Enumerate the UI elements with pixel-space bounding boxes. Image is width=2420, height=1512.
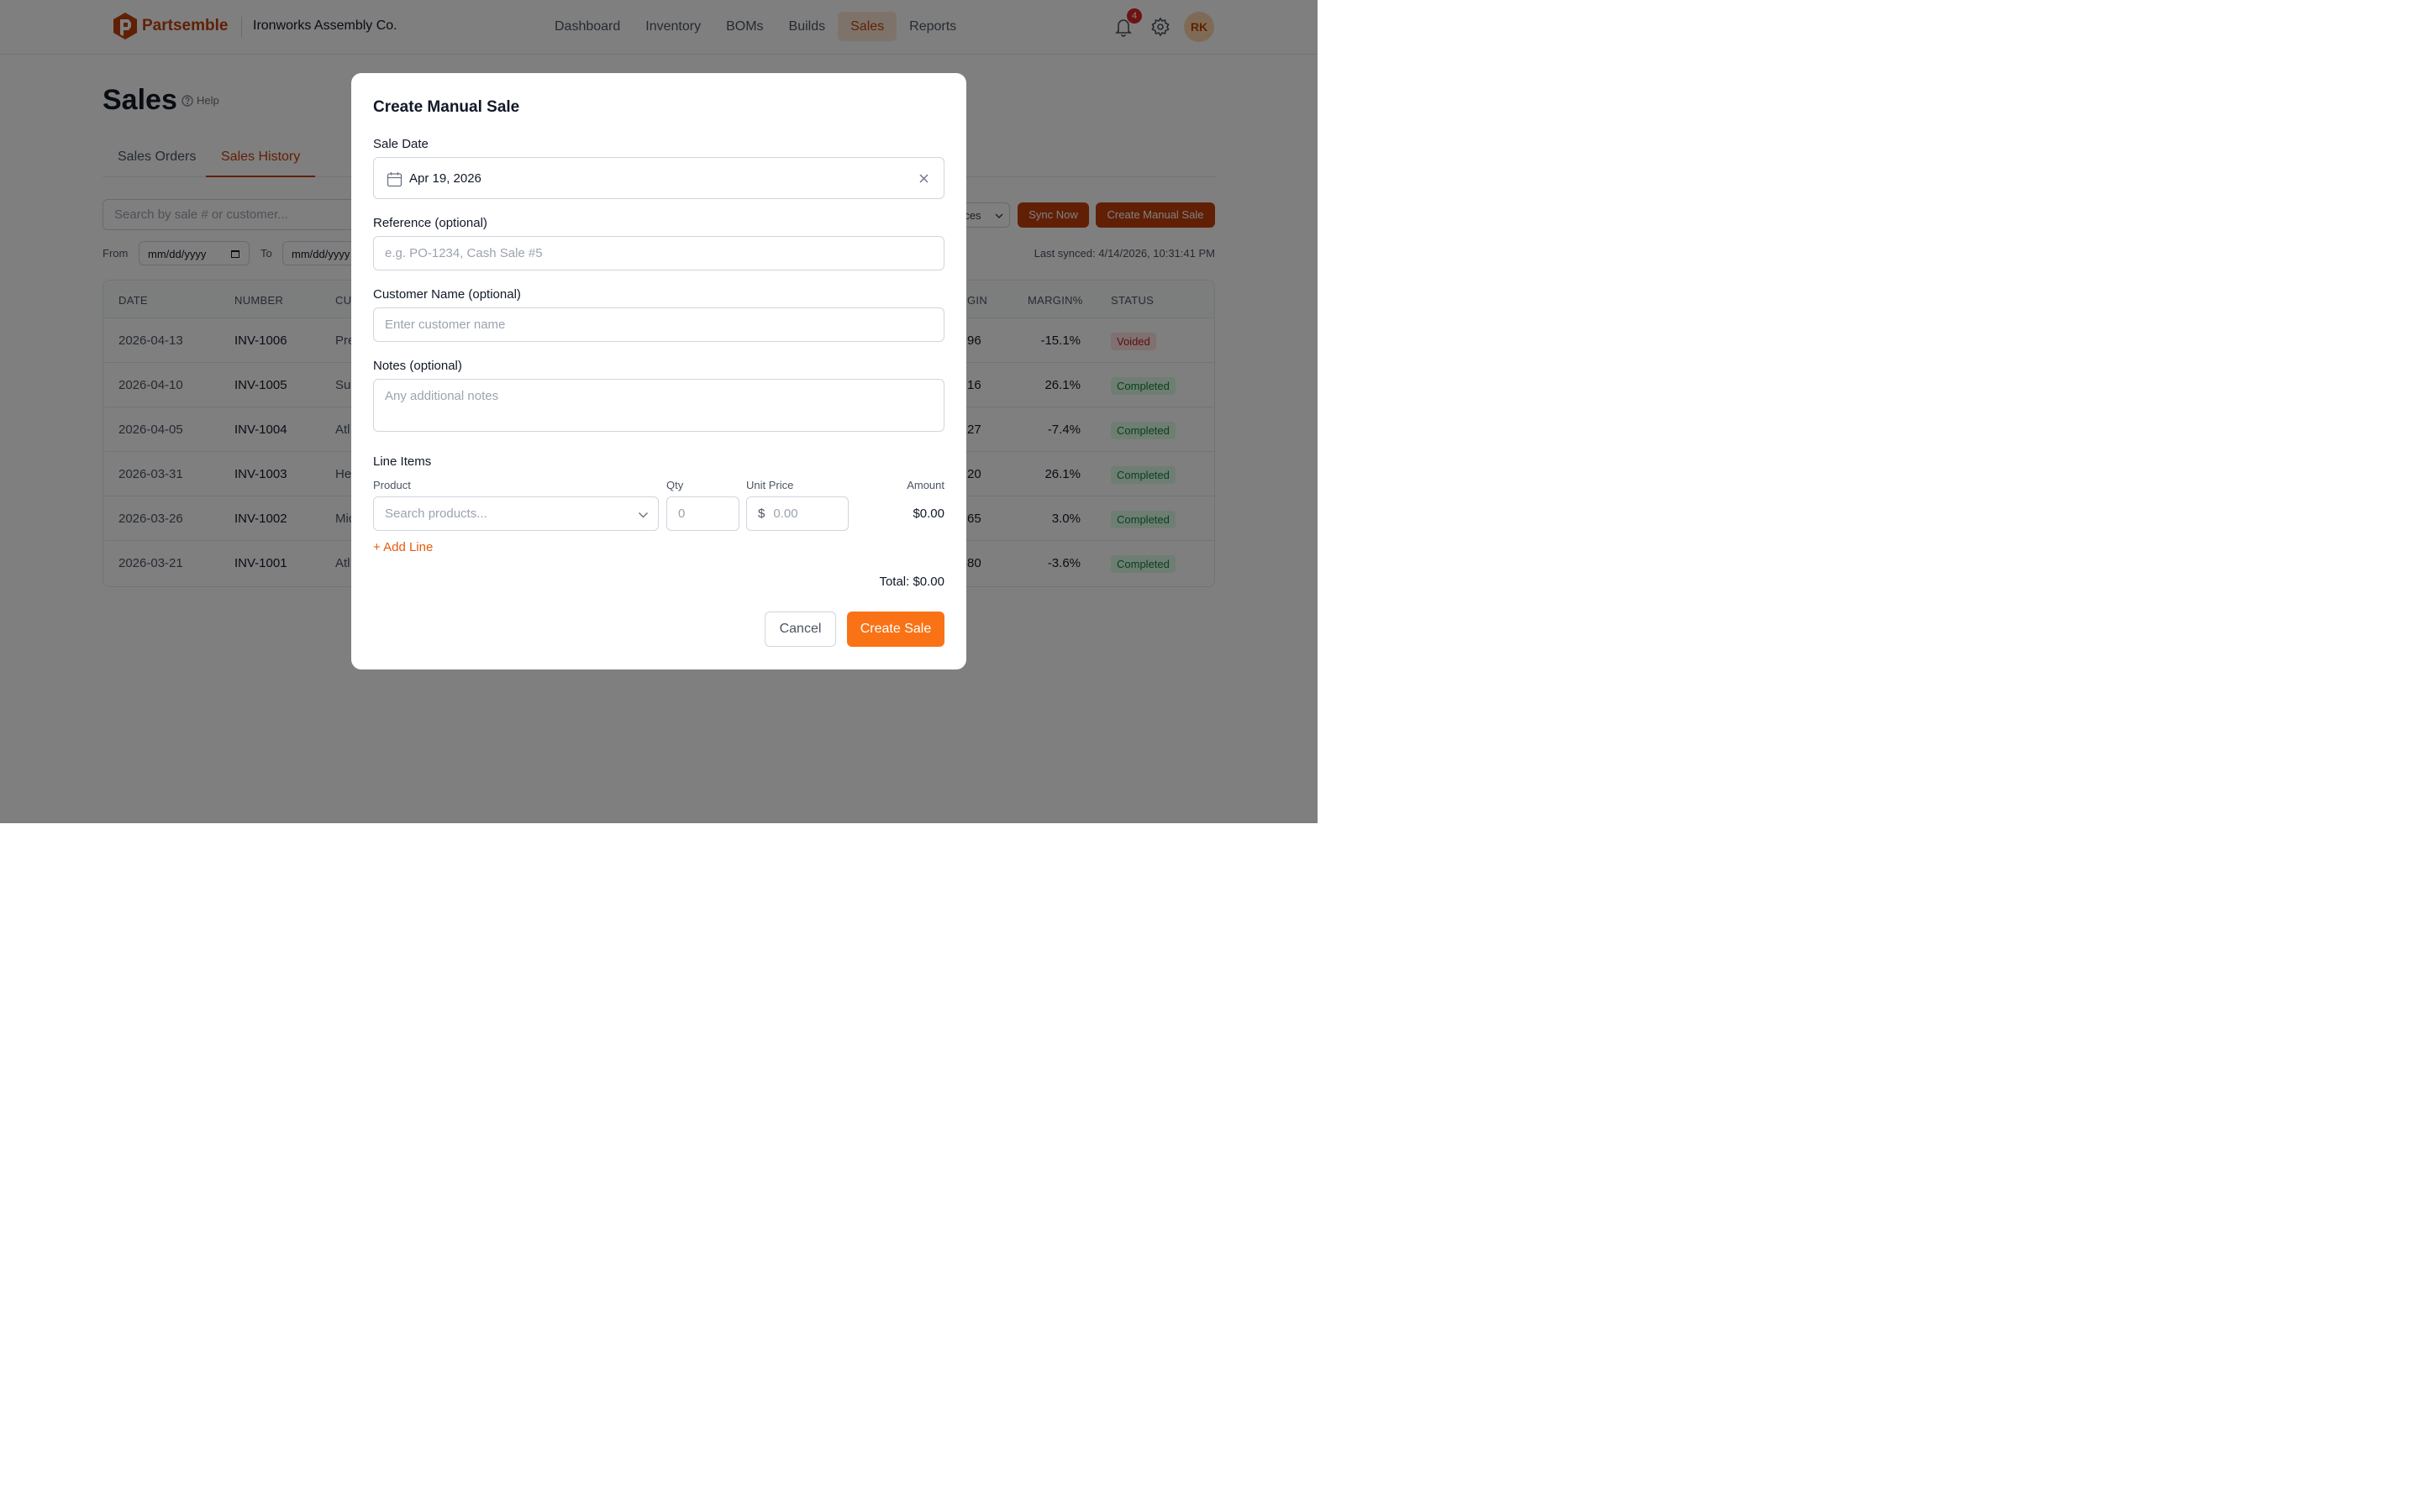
unit-price-placeholder: 0.00 bbox=[773, 507, 798, 521]
col-qty-header: Qty bbox=[666, 479, 684, 491]
reference-input[interactable]: e.g. PO-1234, Cash Sale #5 bbox=[373, 236, 944, 270]
close-icon[interactable] bbox=[919, 174, 929, 183]
notes-textarea[interactable]: Any additional notes bbox=[373, 379, 944, 432]
total-amount: Total: $0.00 bbox=[879, 575, 944, 589]
customer-name-input[interactable]: Enter customer name bbox=[373, 307, 944, 342]
product-select[interactable]: Search products... bbox=[373, 496, 659, 531]
qty-input[interactable]: 0 bbox=[666, 496, 739, 531]
line-items-label: Line Items bbox=[373, 454, 432, 469]
customer-name-label: Customer Name (optional) bbox=[373, 287, 521, 302]
sale-date-input[interactable]: Apr 19, 2026 bbox=[373, 157, 944, 199]
add-line-button[interactable]: + Add Line bbox=[373, 540, 433, 554]
cancel-button[interactable]: Cancel bbox=[765, 612, 836, 647]
unit-price-input[interactable]: $0.00 bbox=[746, 496, 849, 531]
reference-label: Reference (optional) bbox=[373, 216, 487, 230]
notes-label: Notes (optional) bbox=[373, 359, 462, 373]
chevron-down-icon bbox=[639, 512, 648, 518]
sale-date-label: Sale Date bbox=[373, 137, 429, 151]
col-amount-header: Amount bbox=[907, 479, 944, 491]
create-manual-sale-dialog: Create Manual Sale Sale Date Apr 19, 202… bbox=[351, 73, 966, 669]
col-product-header: Product bbox=[373, 479, 411, 491]
product-placeholder: Search products... bbox=[385, 507, 487, 521]
col-unit-price-header: Unit Price bbox=[746, 479, 794, 491]
dialog-title: Create Manual Sale bbox=[373, 98, 520, 116]
create-sale-button[interactable]: Create Sale bbox=[847, 612, 944, 647]
currency-symbol: $ bbox=[758, 507, 765, 521]
sale-date-value: Apr 19, 2026 bbox=[409, 171, 481, 186]
calendar-icon bbox=[387, 172, 402, 187]
line-amount: $0.00 bbox=[913, 507, 944, 521]
